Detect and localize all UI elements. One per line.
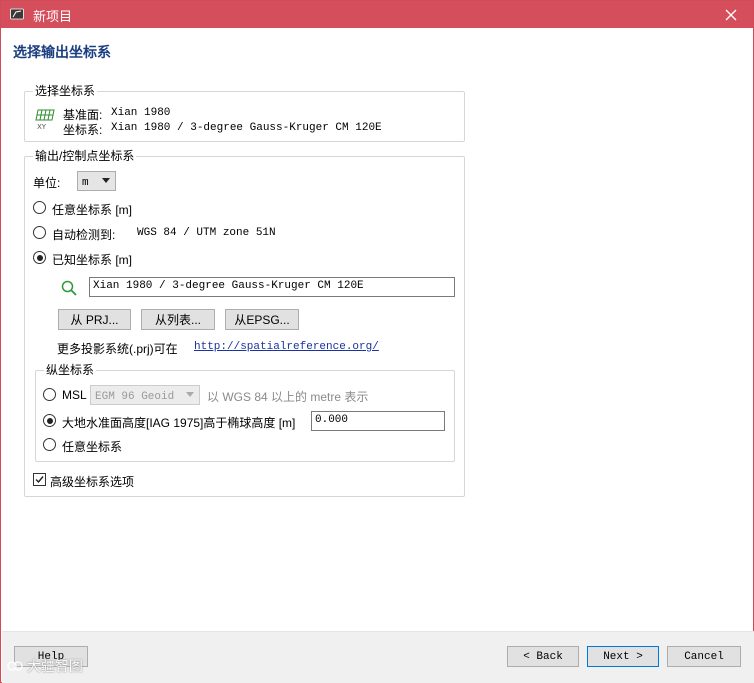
next-button[interactable]: Next >: [587, 646, 659, 667]
unit-value: m: [82, 177, 89, 189]
from-epsg-button[interactable]: 从EPSG...: [225, 309, 299, 330]
advanced-options-label[interactable]: 高级坐标系选项: [50, 473, 134, 490]
known-cs-radio[interactable]: [33, 251, 46, 264]
coordinate-grid-icon: XY: [35, 109, 55, 130]
spatialreference-link[interactable]: http://spatialreference.org/: [194, 341, 379, 353]
svg-text:XY: XY: [37, 123, 47, 130]
from-prj-label: 从 PRJ...: [70, 313, 119, 327]
arbitrary-cs-radio[interactable]: [33, 201, 46, 214]
close-icon: [725, 9, 737, 20]
auto-detect-radio[interactable]: [33, 226, 46, 239]
msl-radio[interactable]: [43, 388, 56, 401]
msl-label[interactable]: MSL: [62, 388, 87, 402]
chevron-down-icon: [102, 178, 110, 183]
back-label: < Back: [523, 650, 563, 663]
from-epsg-label: 从EPSG...: [234, 313, 290, 327]
cs-label: 坐标系:: [63, 123, 103, 137]
watermark-text: 大疆智图: [26, 658, 83, 674]
close-button[interactable]: [709, 1, 753, 28]
vertical-arbitrary-label[interactable]: 任意坐标系: [62, 438, 122, 455]
page-title: 选择输出坐标系: [13, 44, 111, 60]
from-prj-button[interactable]: 从 PRJ...: [58, 309, 131, 330]
output-cs-legend: 输出/控制点坐标系: [33, 149, 137, 163]
cancel-button[interactable]: Cancel: [667, 646, 741, 667]
auto-detect-label[interactable]: 自动检测到:: [52, 226, 115, 243]
ellipsoid-height-label[interactable]: 大地水准面高度[IAG 1975]高于椭球高度 [m]: [62, 414, 295, 431]
unit-select[interactable]: m: [77, 171, 116, 191]
ellipsoid-height-field[interactable]: 0.000: [311, 411, 445, 431]
watermark-logo-icon: [7, 661, 23, 671]
cancel-label: Cancel: [684, 650, 724, 663]
chevron-down-icon: [186, 392, 194, 397]
geoid-select[interactable]: EGM 96 Geoid: [90, 385, 200, 405]
from-list-button[interactable]: 从列表...: [141, 309, 215, 330]
vertical-arbitrary-radio[interactable]: [43, 438, 56, 451]
from-list-label: 从列表...: [154, 313, 201, 327]
checkmark-icon: [35, 476, 44, 484]
watermark: 大疆智图: [7, 656, 83, 676]
selected-cs-legend: 选择坐标系: [33, 84, 98, 98]
title-bar: 新项目: [1, 1, 753, 28]
arbitrary-cs-label[interactable]: 任意坐标系 [m]: [52, 201, 132, 218]
known-cs-field[interactable]: Xian 1980 / 3-degree Gauss-Kruger CM 120…: [89, 277, 455, 297]
window-title: 新项目: [33, 9, 73, 24]
cs-value: Xian 1980 / 3-degree Gauss-Kruger CM 120…: [111, 122, 382, 134]
search-icon[interactable]: [61, 280, 77, 296]
advanced-options-checkbox[interactable]: [33, 473, 46, 486]
unit-label: 单位:: [33, 176, 61, 190]
back-button[interactable]: < Back: [507, 646, 579, 667]
next-label: Next >: [603, 650, 643, 663]
ellipsoid-height-radio[interactable]: [43, 414, 56, 427]
more-projections-text: 更多投影系统(.prj)可在: [57, 342, 178, 356]
auto-detect-value: WGS 84 / UTM zone 51N: [137, 227, 276, 239]
app-icon: [10, 8, 24, 20]
datum-value: Xian 1980: [111, 107, 171, 119]
dialog-window: 新项目 选择输出坐标系 选择坐标系 XY 基准面: Xian 1980 坐标系:…: [0, 0, 754, 683]
geoid-value: EGM 96 Geoid: [95, 391, 175, 403]
known-cs-label[interactable]: 已知坐标系 [m]: [52, 251, 132, 268]
vertical-cs-legend: 纵坐标系: [44, 363, 97, 377]
geoid-suffix: 以 WGS 84 以上的 metre 表示: [207, 390, 369, 404]
